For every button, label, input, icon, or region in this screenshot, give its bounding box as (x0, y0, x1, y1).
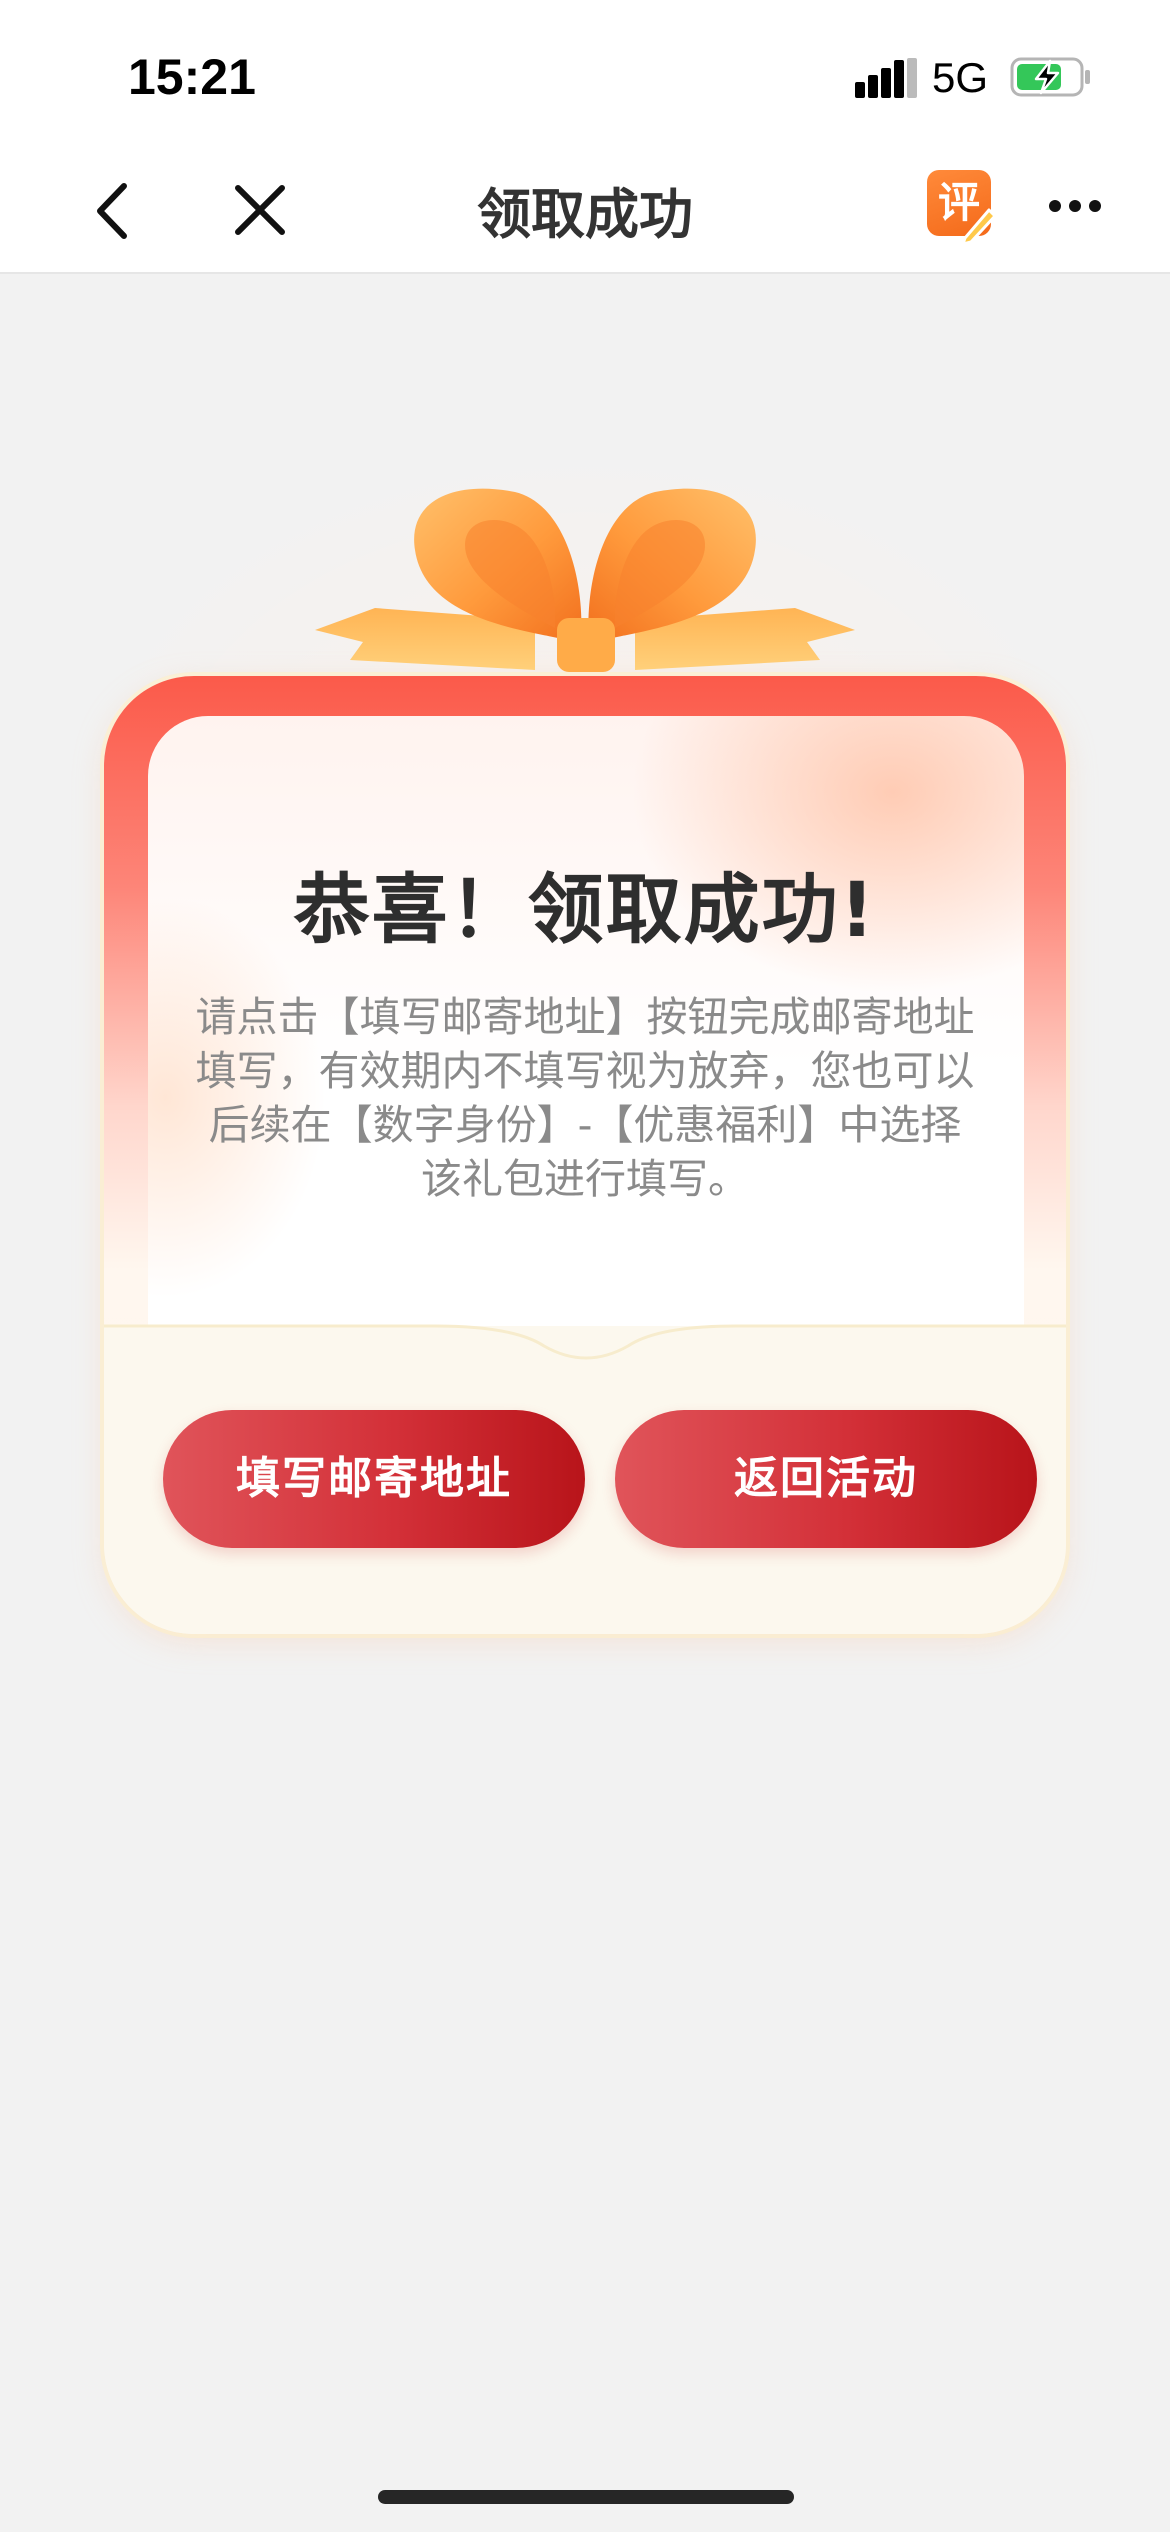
battery-charging-icon (1010, 57, 1090, 97)
success-title: 恭喜！领取成功! (293, 865, 877, 954)
more-dots-icon[interactable] (1048, 198, 1102, 214)
home-indicator[interactable] (378, 2490, 794, 2504)
success-description: 请点击【填写邮寄地址】按钮完成邮寄地址填写，有效期内不填写视为放弃，您也可以后续… (195, 993, 975, 1203)
cellular-signal-icon (855, 58, 917, 98)
card-divider (104, 1324, 1066, 1380)
review-button[interactable]: 评 (925, 166, 1005, 250)
network-type-label: 5G (932, 54, 989, 101)
fill-address-button[interactable]: 填写邮寄地址 (163, 1410, 585, 1548)
status-bar: 15:21 5G (0, 0, 1170, 150)
navigation-bar: 领取成功 评 (0, 150, 1170, 274)
status-time: 15:21 (128, 49, 256, 105)
gift-bow-icon (315, 488, 855, 672)
return-activity-button[interactable]: 返回活动 (615, 1410, 1037, 1548)
pencil-icon (961, 208, 997, 244)
